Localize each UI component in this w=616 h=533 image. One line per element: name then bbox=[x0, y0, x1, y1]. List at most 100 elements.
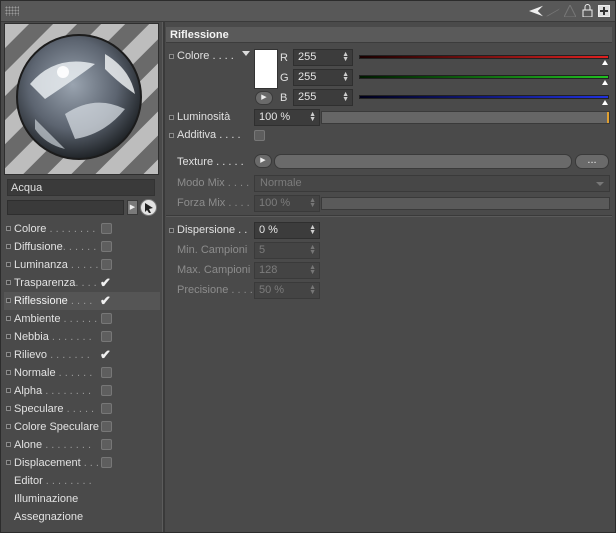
channel-checkbox[interactable] bbox=[101, 457, 112, 468]
arrow-left-icon[interactable] bbox=[529, 3, 543, 18]
spinner-icon[interactable]: ▲ ▼ bbox=[309, 224, 316, 236]
keyframe-dot-icon bbox=[6, 316, 11, 321]
channel-item[interactable]: Riflessione . . . . ✔ bbox=[4, 292, 160, 310]
luminosita-slider[interactable] bbox=[321, 111, 610, 124]
r-slider[interactable] bbox=[359, 55, 609, 65]
channel-item[interactable]: Diffusione. . . . . . bbox=[4, 238, 160, 256]
checkmark-icon[interactable]: ✔ bbox=[100, 346, 111, 364]
channel-label: Alpha . . . . . . . . bbox=[14, 382, 91, 400]
luminosita-value: 100 % bbox=[259, 111, 291, 123]
material-preview[interactable] bbox=[4, 23, 159, 175]
channel-item[interactable]: Colore Speculare bbox=[4, 418, 160, 436]
channel-item[interactable]: Editor . . . . . . . . bbox=[4, 472, 160, 490]
keyframe-dot-icon[interactable] bbox=[169, 54, 174, 59]
channel-item[interactable]: Rilievo . . . . . . . ✔ bbox=[4, 346, 160, 364]
keyframe-dot-icon bbox=[6, 262, 11, 267]
forza-mix-input[interactable]: 100 % ▲ ▼ bbox=[254, 195, 320, 212]
pick-cursor-icon[interactable] bbox=[140, 199, 157, 216]
channel-checkbox[interactable] bbox=[101, 421, 112, 432]
channel-item[interactable]: Ambiente . . . . . . bbox=[4, 310, 160, 328]
b-input[interactable]: 255 ▲ ▼ bbox=[293, 89, 353, 106]
channel-item[interactable]: Displacement . . . bbox=[4, 454, 160, 472]
checkmark-icon[interactable]: ✔ bbox=[100, 274, 111, 292]
keyframe-dot-icon[interactable] bbox=[169, 133, 174, 138]
channel-item[interactable]: Assegnazione bbox=[4, 508, 160, 526]
channel-item[interactable]: Normale . . . . . . bbox=[4, 364, 160, 382]
spinner-icon[interactable]: ▲ ▼ bbox=[342, 71, 349, 83]
spinner-icon[interactable]: ▲ ▼ bbox=[342, 51, 349, 63]
keyframe-dot-icon[interactable] bbox=[169, 228, 174, 233]
channel-checkbox[interactable] bbox=[101, 331, 112, 342]
r-input[interactable]: 255 ▲ ▼ bbox=[293, 49, 353, 66]
keyframe-dot-icon bbox=[6, 244, 11, 249]
color-mode-arrow-icon[interactable] bbox=[242, 51, 250, 56]
precisione-input[interactable]: 50 % ▲ ▼ bbox=[254, 282, 320, 299]
channel-checkbox[interactable] bbox=[101, 313, 112, 324]
additiva-checkbox[interactable] bbox=[254, 130, 265, 141]
channel-item[interactable]: Illuminazione bbox=[4, 490, 160, 508]
luminosita-input[interactable]: 100 % ▲ ▼ bbox=[254, 109, 320, 126]
channel-item[interactable]: Colore . . . . . . . . bbox=[4, 220, 160, 238]
channel-name: Normale bbox=[14, 367, 56, 379]
arrow-right-icon[interactable] bbox=[546, 3, 560, 18]
spinner-icon[interactable]: ▲ ▼ bbox=[309, 197, 316, 209]
spinner-icon[interactable]: ▲ ▼ bbox=[342, 91, 349, 103]
grip-icon[interactable] bbox=[5, 6, 19, 16]
channel-checkbox[interactable] bbox=[101, 259, 112, 270]
slider-handle-icon[interactable] bbox=[602, 60, 608, 65]
spinner-icon[interactable]: ▲ ▼ bbox=[309, 264, 316, 276]
color-expand-button[interactable]: ▶ bbox=[255, 91, 273, 105]
dispersione-value: 0 % bbox=[259, 224, 278, 236]
channel-checkbox[interactable] bbox=[101, 367, 112, 378]
channel-checkbox[interactable] bbox=[101, 385, 112, 396]
b-slider[interactable] bbox=[359, 95, 609, 105]
up-arrow-icon[interactable] bbox=[563, 3, 577, 18]
channel-item[interactable]: Trasparenza. . . . ✔ bbox=[4, 274, 160, 292]
modo-mix-select[interactable]: Normale bbox=[254, 175, 610, 192]
channel-item[interactable]: Luminanza . . . . . . bbox=[4, 256, 160, 274]
new-window-icon[interactable] bbox=[597, 3, 611, 18]
material-name-field[interactable]: Acqua bbox=[7, 179, 155, 196]
channel-label: Assegnazione bbox=[14, 508, 83, 526]
min-campioni-value: 5 bbox=[259, 244, 266, 256]
spinner-icon[interactable]: ▲ ▼ bbox=[309, 284, 316, 296]
texture-slot[interactable] bbox=[274, 154, 572, 169]
texture-browse-button[interactable]: ... bbox=[575, 154, 609, 169]
channel-item[interactable]: Alpha . . . . . . . . bbox=[4, 382, 160, 400]
filter-input[interactable] bbox=[7, 200, 124, 215]
panel-divider[interactable] bbox=[162, 22, 165, 532]
channel-item[interactable]: Nebbia . . . . . . . bbox=[4, 328, 160, 346]
forza-mix-value: 100 % bbox=[259, 197, 291, 209]
channel-checkbox[interactable] bbox=[101, 403, 112, 414]
channel-checkbox[interactable] bbox=[101, 439, 112, 450]
keyframe-dot-icon bbox=[6, 370, 11, 375]
forza-mix-slider[interactable] bbox=[321, 197, 610, 210]
channel-checkbox[interactable] bbox=[101, 223, 112, 234]
keyframe-dot-icon[interactable] bbox=[169, 115, 174, 120]
checkmark-icon[interactable]: ✔ bbox=[100, 292, 111, 310]
lock-icon[interactable] bbox=[580, 3, 594, 18]
spinner-icon[interactable]: ▲ ▼ bbox=[309, 244, 316, 256]
dispersione-input[interactable]: 0 % ▲ ▼ bbox=[254, 222, 320, 239]
additiva-checkbox-wrap bbox=[254, 129, 268, 147]
spinner-icon[interactable]: ▲ ▼ bbox=[309, 111, 316, 123]
max-campioni-input[interactable]: 128 ▲ ▼ bbox=[254, 262, 320, 279]
modo-mix-label: Modo Mix . . . . bbox=[177, 177, 250, 189]
channel-item[interactable]: Alone . . . . . . . . bbox=[4, 436, 160, 454]
slider-knob[interactable] bbox=[607, 112, 609, 123]
filter-arrow-icon[interactable]: ▶ bbox=[127, 200, 138, 215]
slider-handle-icon[interactable] bbox=[602, 80, 608, 85]
channel-leader-dots: . . . . . . . . bbox=[42, 439, 92, 451]
slider-handle-icon[interactable] bbox=[602, 100, 608, 105]
channel-name: Colore Speculare bbox=[14, 421, 99, 433]
color-swatch[interactable] bbox=[254, 49, 278, 89]
r-value: 255 bbox=[298, 51, 317, 63]
keyframe-dot-icon bbox=[6, 406, 11, 411]
g-input[interactable]: 255 ▲ ▼ bbox=[293, 69, 353, 86]
channel-item[interactable]: Speculare . . . . . bbox=[4, 400, 160, 418]
g-slider[interactable] bbox=[359, 75, 609, 85]
left-panel: Acqua ▶ Colore . . . . . . . . Diffusione… bbox=[4, 23, 160, 530]
min-campioni-input[interactable]: 5 ▲ ▼ bbox=[254, 242, 320, 259]
channel-checkbox[interactable] bbox=[101, 241, 112, 252]
texture-menu-button[interactable]: ▶ bbox=[254, 154, 272, 168]
